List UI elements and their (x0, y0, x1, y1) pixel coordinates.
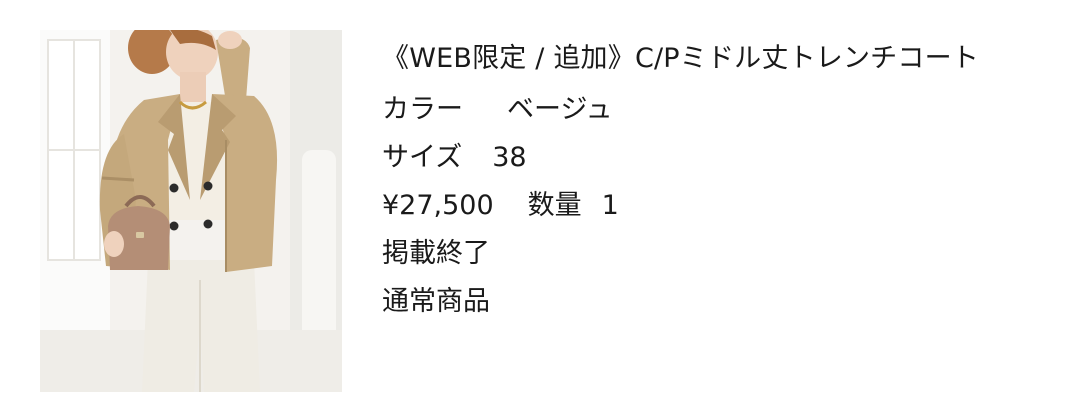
price-quantity-row: ¥27,500 数量 1 (382, 182, 982, 230)
price: ¥27,500 (382, 190, 494, 221)
product-image[interactable] (40, 30, 342, 392)
product-info: 《WEB限定 / 追加》C/Pミドル丈トレンチコート カラー ベージュ サイズ 38… (382, 40, 982, 326)
order-item-card: 《WEB限定 / 追加》C/Pミドル丈トレンチコート カラー ベージュ サイズ 38… (0, 0, 1080, 407)
size-row: サイズ 38 (382, 134, 982, 182)
color-value: ベージュ (507, 94, 613, 125)
size-value: 38 (492, 142, 527, 173)
product-type: 通常商品 (382, 286, 490, 317)
product-title[interactable]: 《WEB限定 / 追加》C/Pミドル丈トレンチコート (382, 40, 982, 78)
quantity-value: 1 (601, 190, 619, 221)
product-photo-icon (40, 30, 342, 392)
color-label: カラー (382, 94, 463, 125)
size-label: サイズ (382, 142, 463, 173)
color-row: カラー ベージュ (382, 86, 982, 134)
listing-status: 掲載終了 (382, 238, 490, 269)
quantity-label: 数量 (527, 190, 582, 221)
